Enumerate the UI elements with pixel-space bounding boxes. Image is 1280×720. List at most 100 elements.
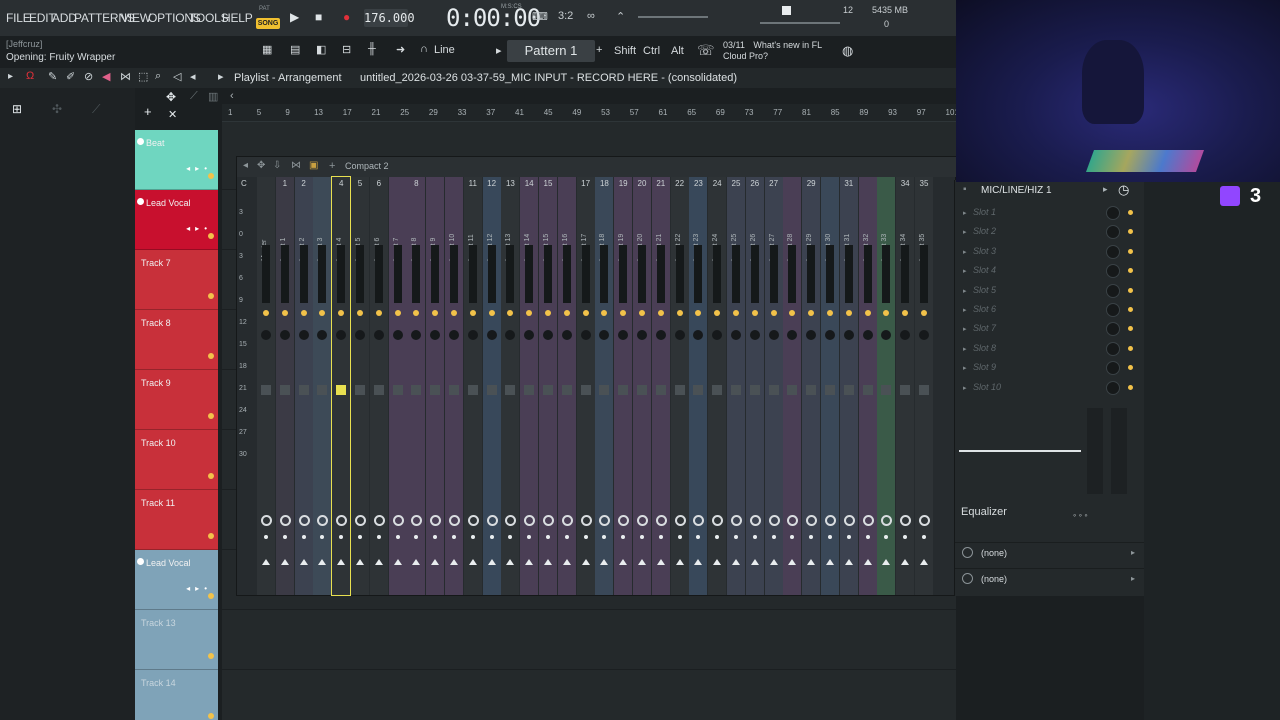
slice-icon[interactable]: ⋈ xyxy=(120,70,131,83)
fx-led[interactable] xyxy=(264,535,268,539)
mixer-strip[interactable]: 14Insert 14 xyxy=(520,177,539,595)
stereo-knob[interactable] xyxy=(580,330,591,340)
mixer-strip[interactable]: 15Insert 15 xyxy=(539,177,557,595)
route-arrow-icon[interactable] xyxy=(544,559,552,565)
route-toggle[interactable] xyxy=(486,515,498,526)
fader-cap[interactable] xyxy=(298,385,309,395)
slot-expand-icon[interactable]: ▸ xyxy=(963,306,967,314)
eq-knobs-icon[interactable]: ◦ ◦ ◦ xyxy=(1073,510,1088,520)
track-controls-icon[interactable]: ◂▸• xyxy=(186,164,212,173)
route-arrow-icon[interactable] xyxy=(713,559,722,565)
fx-led[interactable] xyxy=(696,535,701,539)
track-header[interactable]: Track 11 xyxy=(135,490,218,550)
countdown-icon[interactable]: 3:2 xyxy=(558,10,573,22)
slot-enable-led[interactable] xyxy=(1128,365,1133,371)
fx-led[interactable] xyxy=(301,535,306,539)
route-toggle[interactable] xyxy=(580,515,592,526)
fader-cap[interactable] xyxy=(900,385,911,395)
playlist-lane[interactable] xyxy=(222,670,956,720)
fx-led[interactable] xyxy=(884,535,889,539)
route-arrow-icon[interactable] xyxy=(788,559,797,565)
effect-slot[interactable]: ▸ Slot 1 xyxy=(955,204,1145,223)
slot-expand-icon[interactable]: ▸ xyxy=(963,345,967,353)
slot-expand-icon[interactable]: ▸ xyxy=(963,248,967,256)
route-toggle[interactable] xyxy=(317,515,329,526)
route-arrow-icon[interactable] xyxy=(431,559,440,565)
arrow-right-icon[interactable]: ➜ xyxy=(396,43,405,56)
mixer-strip[interactable]: Insert 16 xyxy=(557,177,576,595)
mixer-strip[interactable]: 2Insert 2 xyxy=(294,177,313,595)
mixer-arrow-icon[interactable]: ✥ xyxy=(257,160,265,171)
slot-expand-icon[interactable]: ▸ xyxy=(963,325,967,333)
mixer-strip[interactable]: Insert 28 xyxy=(783,177,802,595)
mixer-strip[interactable]: 23Insert 23 xyxy=(689,177,708,595)
track-header[interactable]: Lead Vocal ◂▸• xyxy=(135,550,218,610)
pan-knob[interactable] xyxy=(507,310,514,316)
pan-knob[interactable] xyxy=(657,310,664,316)
shift-key[interactable]: Shift xyxy=(614,45,636,57)
slot-enable-led[interactable] xyxy=(1128,210,1133,215)
pan-knob[interactable] xyxy=(488,310,495,316)
stereo-knob[interactable] xyxy=(693,330,704,340)
typing-keyboard-icon[interactable]: ⌨ xyxy=(532,10,548,23)
fader-cap[interactable] xyxy=(505,385,516,395)
metronome-icon[interactable]: ⌃ xyxy=(616,10,625,23)
route-input-row[interactable]: (none) ▸ xyxy=(955,542,1145,564)
fx-led[interactable] xyxy=(658,535,663,539)
mixer-strip[interactable]: 6Insert 6 xyxy=(369,177,388,595)
fader-cap[interactable] xyxy=(411,385,422,395)
pan-knob[interactable] xyxy=(902,310,909,316)
mixer-strip[interactable]: 24Insert 24 xyxy=(708,177,727,595)
route-arrow-icon[interactable] xyxy=(506,559,515,565)
volume-fader[interactable] xyxy=(693,357,704,427)
fx-led[interactable] xyxy=(433,535,438,539)
stereo-knob[interactable] xyxy=(806,330,817,340)
pan-knob[interactable] xyxy=(545,310,551,316)
pan-knob[interactable] xyxy=(582,310,589,316)
fx-led[interactable] xyxy=(828,535,832,539)
volume-fader[interactable] xyxy=(768,357,779,427)
route-arrow-icon[interactable] xyxy=(882,559,891,565)
stereo-knob[interactable] xyxy=(486,330,497,340)
mixer-strip[interactable]: 8Insert 8 xyxy=(407,177,426,595)
track-active-led[interactable] xyxy=(208,413,214,419)
fader-cap[interactable] xyxy=(580,385,591,395)
route-toggle[interactable] xyxy=(505,515,517,526)
route-toggle[interactable] xyxy=(806,515,818,526)
close-icon[interactable]: ✕ xyxy=(168,108,177,121)
route-toggle[interactable] xyxy=(411,515,423,526)
effect-slot[interactable]: ▸ Slot 6 xyxy=(955,301,1145,320)
route-arrow-icon[interactable] xyxy=(619,559,628,565)
fx-led[interactable] xyxy=(282,535,287,539)
mixer-strip[interactable]: 25Insert 25 xyxy=(727,177,745,595)
track-header[interactable]: Lead Vocal ◂▸• xyxy=(135,190,218,250)
pan-knob[interactable] xyxy=(357,310,363,316)
mixer-strip[interactable]: 20Insert 20 xyxy=(633,177,651,595)
news-panel[interactable]: 03/11 What's new in FL Cloud Pro? xyxy=(723,40,822,62)
fader-cap[interactable] xyxy=(618,385,629,395)
fader-cap[interactable] xyxy=(768,385,779,395)
route-arrow-icon[interactable] xyxy=(826,559,834,565)
mixer-add-icon[interactable]: + xyxy=(329,160,335,172)
pan-knob[interactable] xyxy=(281,310,288,316)
brush-icon[interactable]: ✐ xyxy=(66,70,75,83)
mixer-strip[interactable]: 26Insert 26 xyxy=(745,177,764,595)
fader-cap[interactable] xyxy=(674,385,685,395)
route-toggle[interactable] xyxy=(561,515,573,526)
route-toggle[interactable] xyxy=(543,515,554,526)
mute-icon[interactable]: ◀ xyxy=(102,70,110,83)
volume-fader[interactable] xyxy=(373,357,384,427)
mixer-strip[interactable]: 17Insert 17 xyxy=(576,177,595,595)
fx-led[interactable] xyxy=(809,535,814,539)
fx-led[interactable] xyxy=(320,535,325,539)
fx-led[interactable] xyxy=(489,535,494,539)
route-toggle[interactable] xyxy=(825,515,836,526)
route-arrow-icon[interactable] xyxy=(412,559,421,565)
volume-fader[interactable] xyxy=(336,357,347,427)
route-toggle[interactable] xyxy=(637,515,648,526)
fader-cap[interactable] xyxy=(881,385,892,395)
mixer-strip[interactable]: 12Insert 12 xyxy=(482,177,501,595)
route-toggle[interactable] xyxy=(467,515,479,526)
track-header[interactable]: Track 13 xyxy=(135,610,218,670)
volume-fader[interactable] xyxy=(392,357,403,427)
